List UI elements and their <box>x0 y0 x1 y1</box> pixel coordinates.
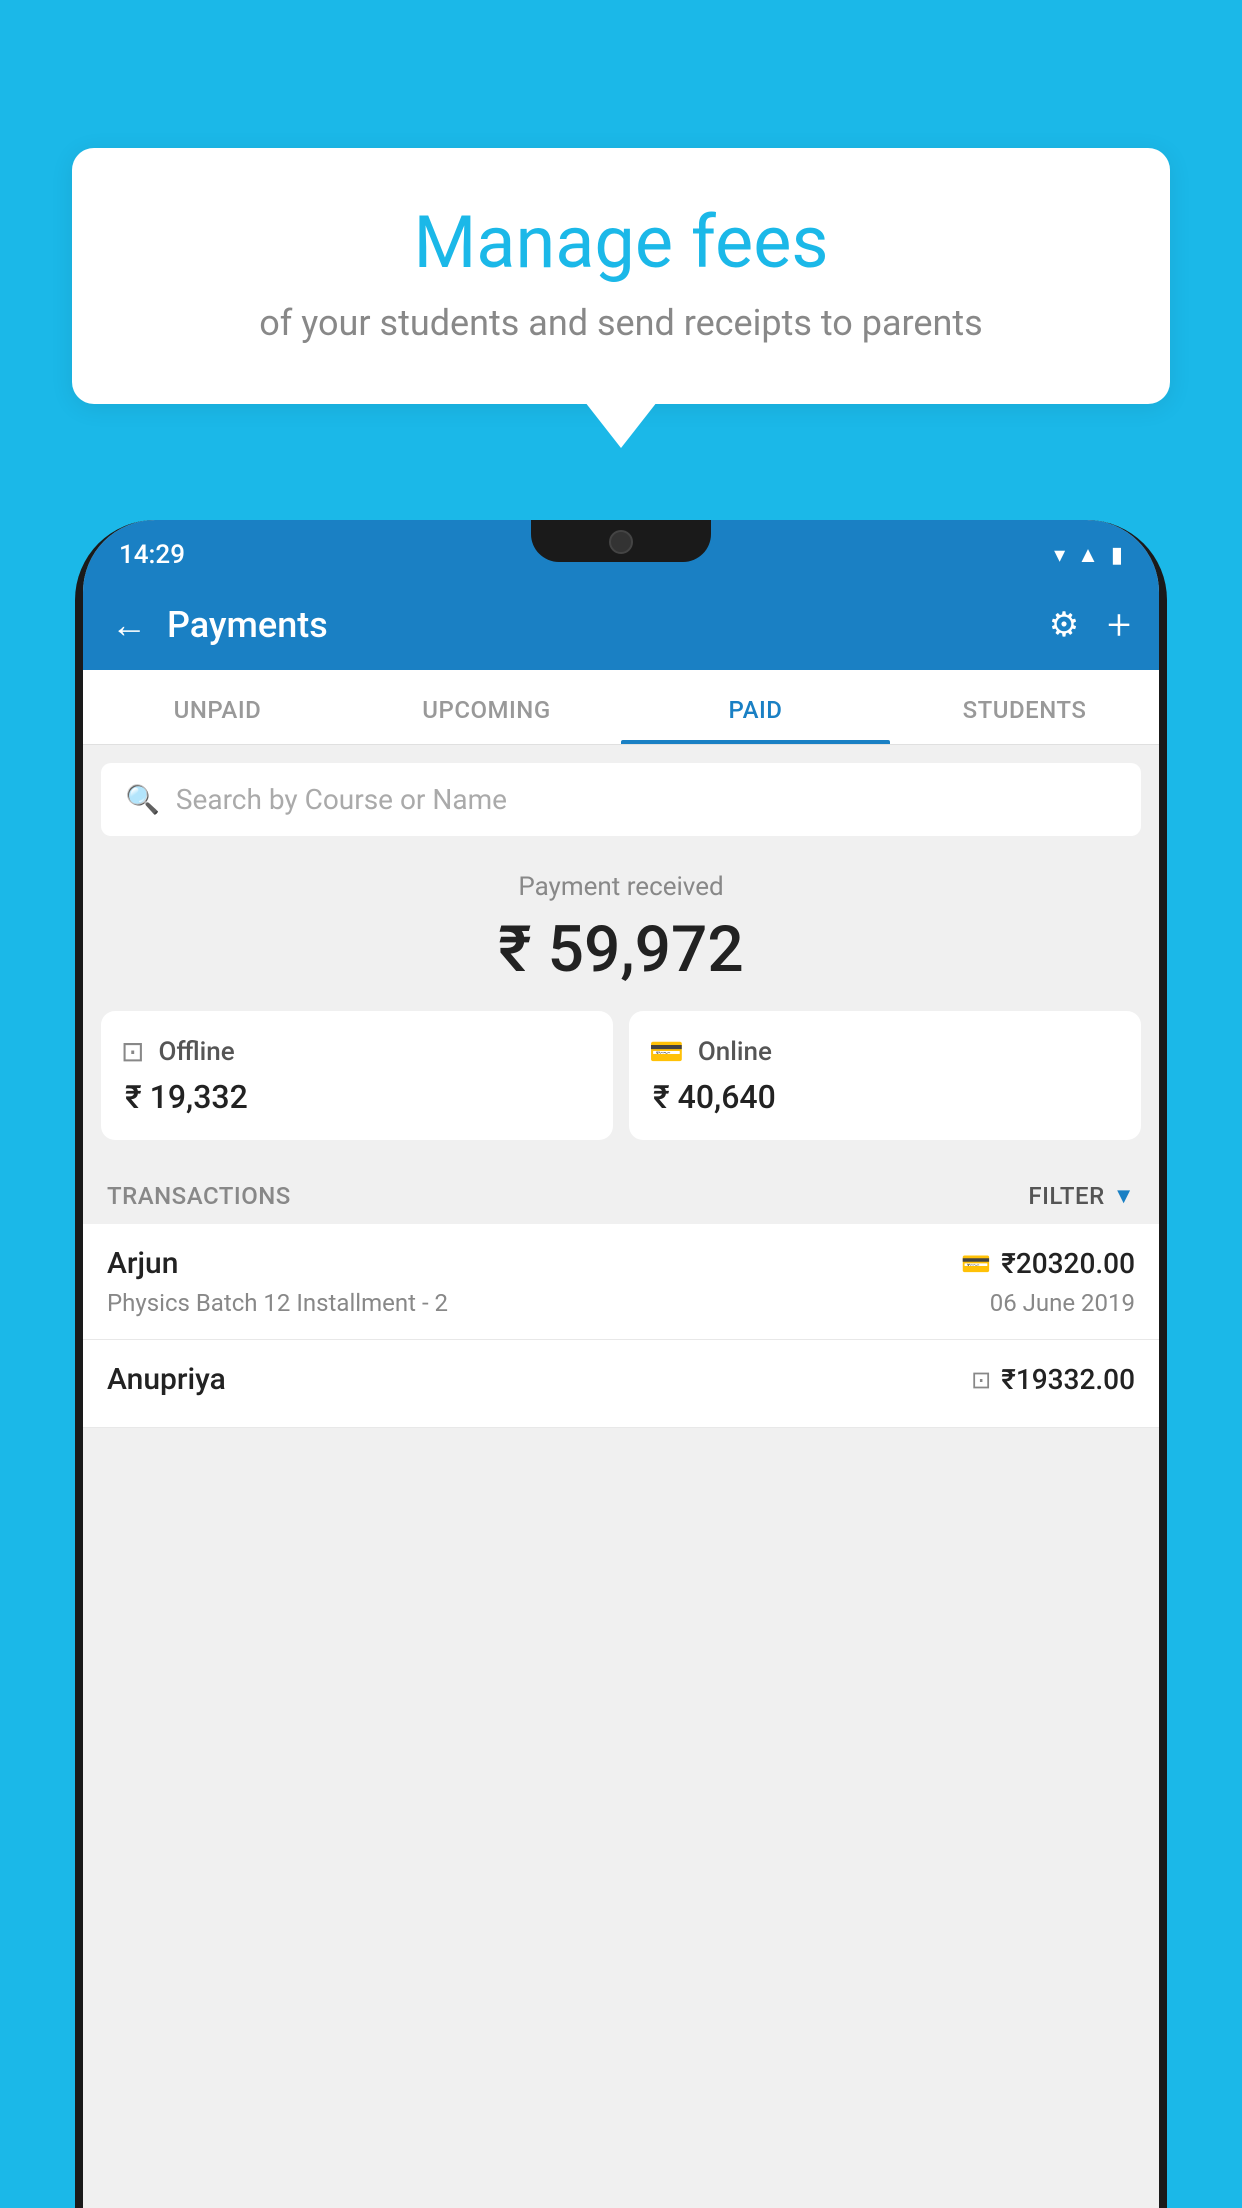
offline-amount: ₹ 19,332 <box>121 1078 593 1116</box>
status-time: 14:29 <box>119 540 185 570</box>
payment-cards: ⊡ Offline ₹ 19,332 💳 Online ₹ 40,640 <box>83 1011 1159 1164</box>
battery-icon: ▮ <box>1111 543 1123 568</box>
payment-amount: ₹ 59,972 <box>107 912 1135 987</box>
phone-camera <box>609 530 633 554</box>
transaction-top-2: Anupriya ⊡ ₹19332.00 <box>107 1362 1135 1397</box>
phone-screen: 14:29 ▾ ▲ ▮ ← Payments ⚙ + <box>83 520 1159 2208</box>
tab-students[interactable]: STUDENTS <box>890 670 1159 744</box>
status-icons: ▾ ▲ ▮ <box>1054 542 1123 568</box>
transaction-amount-1: 💳 ₹20320.00 <box>961 1247 1135 1280</box>
tooltip-card: Manage fees of your students and send re… <box>72 148 1170 404</box>
signal-icon: ▲ <box>1077 542 1099 568</box>
online-card: 💳 Online ₹ 40,640 <box>629 1011 1141 1140</box>
app-header: ← Payments ⚙ + <box>83 580 1159 670</box>
search-bar[interactable]: 🔍 Search by Course or Name <box>101 763 1141 836</box>
table-row[interactable]: Anupriya ⊡ ₹19332.00 <box>83 1340 1159 1428</box>
tooltip-subtitle: of your students and send receipts to pa… <box>132 302 1110 344</box>
add-icon[interactable]: + <box>1107 601 1131 650</box>
card-icon-1: 💳 <box>961 1250 991 1278</box>
transaction-top-1: Arjun 💳 ₹20320.00 <box>107 1246 1135 1281</box>
tabs-bar: UNPAID UPCOMING PAID STUDENTS <box>83 670 1159 745</box>
transaction-name-2: Anupriya <box>107 1362 226 1397</box>
transaction-course-1: Physics Batch 12 Installment - 2 <box>107 1289 448 1317</box>
transaction-date-1: 06 June 2019 <box>990 1289 1135 1317</box>
online-icon: 💳 <box>649 1035 684 1068</box>
wifi-icon: ▾ <box>1054 543 1065 568</box>
offline-label: Offline <box>158 1037 234 1067</box>
back-button[interactable]: ← <box>111 607 147 643</box>
transaction-bottom-1: Physics Batch 12 Installment - 2 06 June… <box>107 1289 1135 1317</box>
online-label: Online <box>698 1037 772 1067</box>
settings-icon[interactable]: ⚙ <box>1049 605 1079 645</box>
filter-text: FILTER <box>1028 1182 1104 1210</box>
online-amount: ₹ 40,640 <box>649 1078 1121 1116</box>
tab-unpaid[interactable]: UNPAID <box>83 670 352 744</box>
filter-button[interactable]: FILTER ▼ <box>1028 1182 1135 1210</box>
header-left: ← Payments <box>111 604 328 646</box>
filter-icon: ▼ <box>1113 1183 1135 1209</box>
phone-notch <box>531 520 711 562</box>
offline-card-top: ⊡ Offline <box>121 1035 593 1068</box>
tooltip-title: Manage fees <box>132 203 1110 282</box>
table-row[interactable]: Arjun 💳 ₹20320.00 Physics Batch 12 Insta… <box>83 1224 1159 1340</box>
offline-card: ⊡ Offline ₹ 19,332 <box>101 1011 613 1140</box>
search-icon: 🔍 <box>125 783 160 816</box>
payment-summary: Payment received ₹ 59,972 <box>83 836 1159 1011</box>
tab-upcoming[interactable]: UPCOMING <box>352 670 621 744</box>
search-input[interactable]: Search by Course or Name <box>176 783 507 816</box>
online-card-top: 💳 Online <box>649 1035 1121 1068</box>
offline-icon: ⊡ <box>121 1035 144 1068</box>
transaction-amount-2: ⊡ ₹19332.00 <box>971 1363 1135 1396</box>
page-title: Payments <box>167 604 328 646</box>
payment-label: Payment received <box>107 872 1135 902</box>
phone-frame: 14:29 ▾ ▲ ▮ ← Payments ⚙ + <box>75 520 1167 2208</box>
transactions-label: TRANSACTIONS <box>107 1182 291 1210</box>
transaction-name-1: Arjun <box>107 1246 178 1281</box>
transactions-header: TRANSACTIONS FILTER ▼ <box>83 1164 1159 1224</box>
tab-paid[interactable]: PAID <box>621 670 890 744</box>
cash-icon-2: ⊡ <box>971 1366 991 1394</box>
transactions-list: Arjun 💳 ₹20320.00 Physics Batch 12 Insta… <box>83 1224 1159 1428</box>
header-right: ⚙ + <box>1049 601 1131 650</box>
